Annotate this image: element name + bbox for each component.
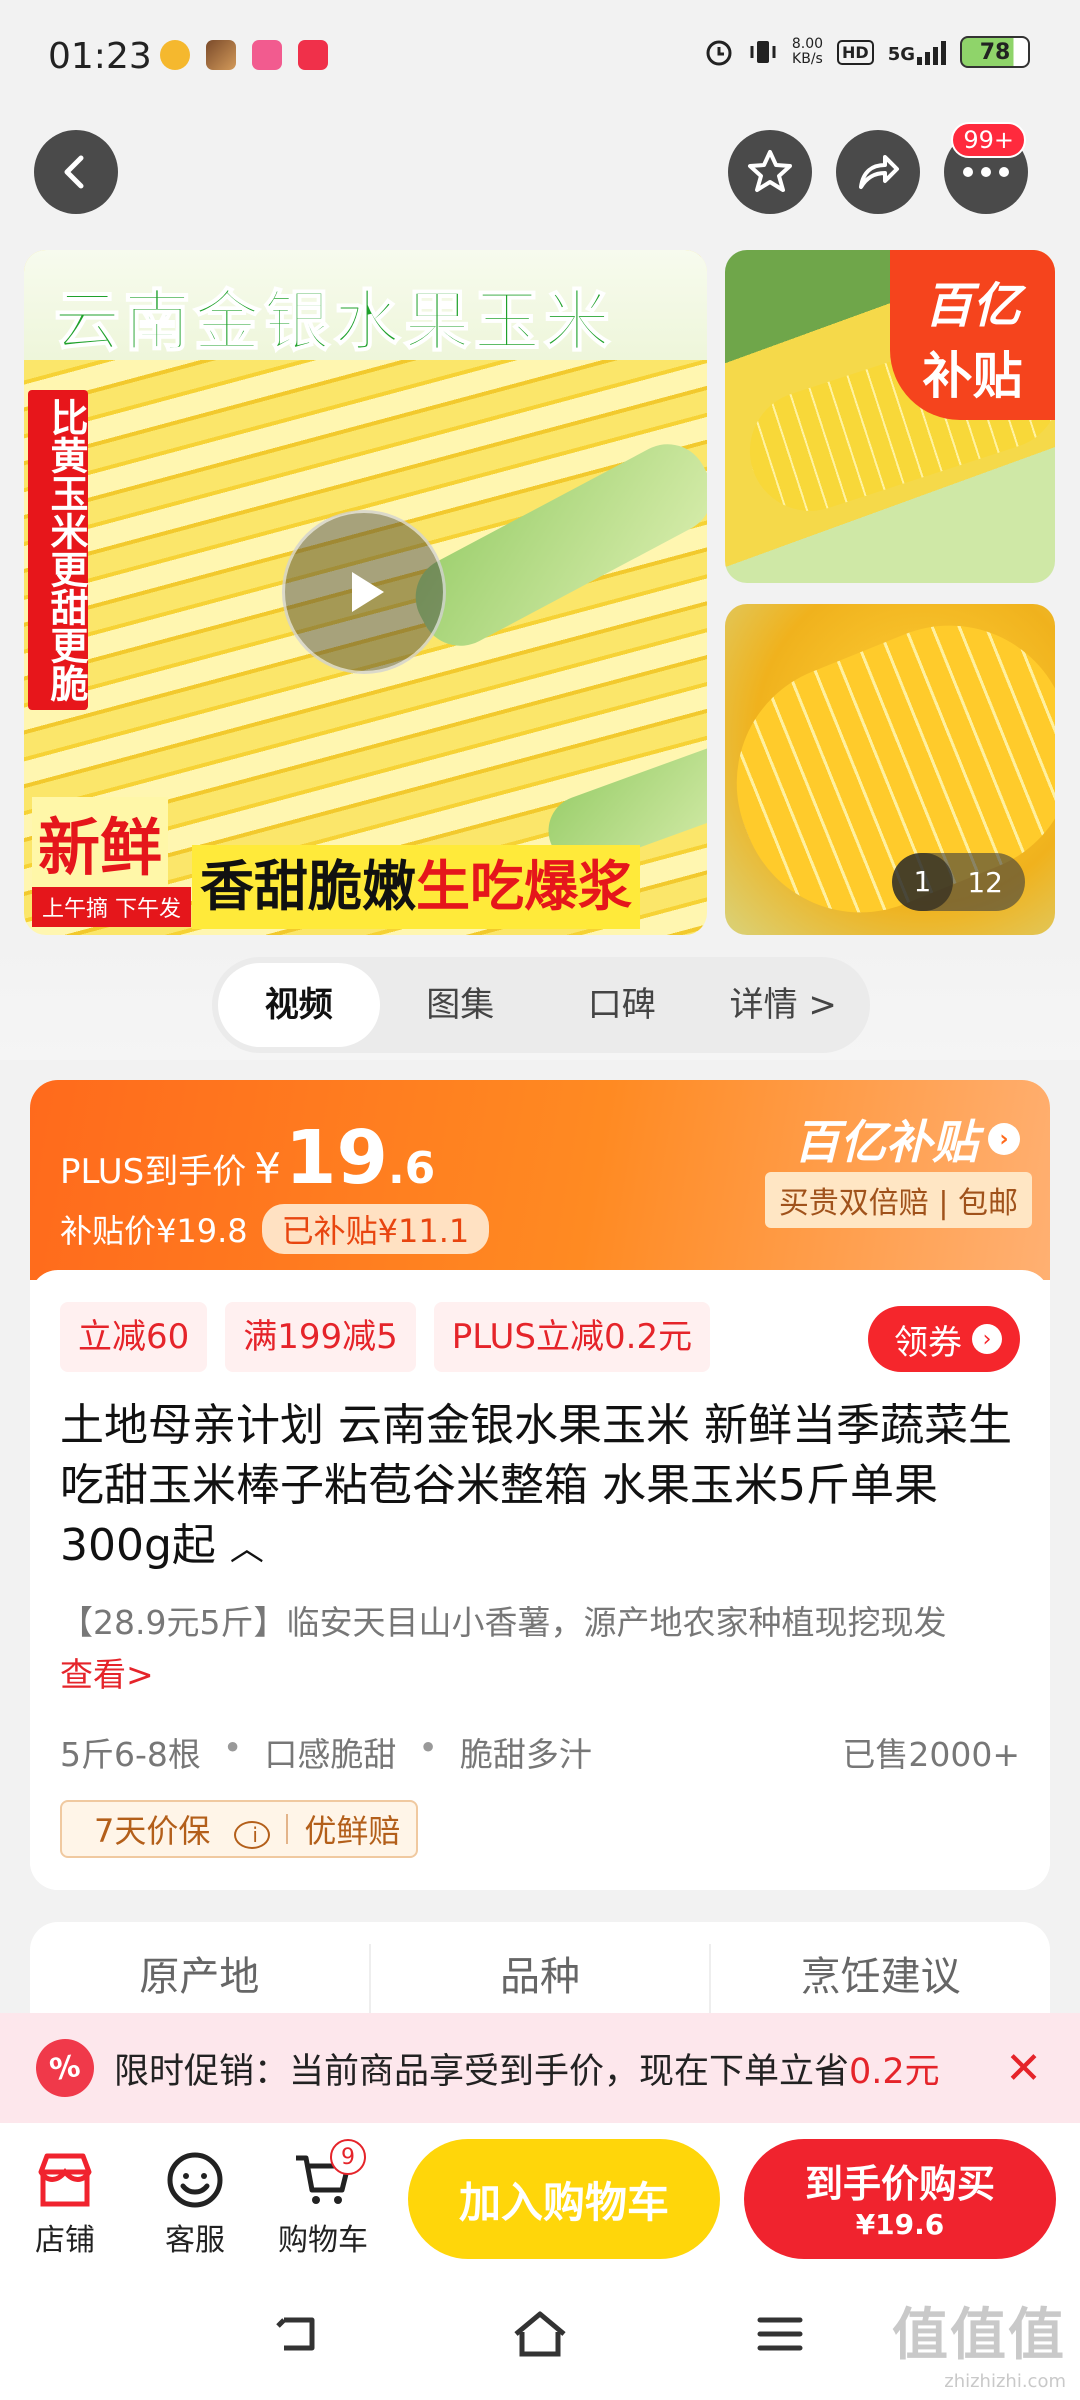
see-more-link[interactable]: 查看> (60, 1648, 154, 1696)
coupon-tag[interactable]: PLUS立减0.2元 (433, 1302, 711, 1372)
more-badge: 99+ (951, 122, 1026, 158)
get-coupon-button[interactable]: 领券 › (868, 1306, 1020, 1372)
shop-icon (38, 2153, 92, 2207)
status-icons: 8.00 KB/s HD 5G 78 (704, 36, 1030, 68)
spec-cooking: 烹饪建议 (800, 1954, 961, 2000)
tab-gallery[interactable]: 图集 (380, 963, 542, 1047)
menu-nav-icon[interactable] (752, 2306, 808, 2362)
tab-video[interactable]: 视频 (218, 963, 380, 1047)
product-info: 立减60 满199减5 PLUS立减0.2元 领券 › 土地母亲计划 云南金银水… (30, 1270, 1050, 1890)
promo-banner-text: 限时促销：当前商品享受到手价，现在下单立省0.2元 (114, 2051, 940, 2092)
star-icon (748, 150, 792, 192)
signal-icon: 5G (888, 39, 946, 65)
alarm-icon (706, 40, 732, 66)
share-icon (859, 155, 899, 189)
video-app-icon (298, 40, 328, 70)
coupon-tag[interactable]: 立减60 (60, 1302, 208, 1372)
share-button[interactable] (836, 130, 920, 214)
product-title[interactable]: 土地母亲计划 云南金银水果玉米 新鲜当季蔬菜生吃甜玉米棒子粘苞谷米整箱 水果玉米… (60, 1396, 1030, 1579)
cart-count-badge: 9 (330, 2139, 366, 2175)
promo-text: 【28.9元5斤】临安天目山小香薯，源产地农家种植现挖现发 (60, 1603, 947, 1642)
image-slogan: 香甜脆嫩生吃爆浆 (192, 845, 640, 929)
subsidy-tag: 百亿 补贴 (890, 250, 1055, 420)
chevron-right-icon: › (988, 1123, 1020, 1155)
sold-count: 已售2000+ (842, 1735, 1020, 1774)
home-nav-icon[interactable] (510, 2306, 570, 2362)
close-icon[interactable]: ✕ (1005, 2043, 1042, 2094)
net-speed: 8.00 KB/s (791, 36, 824, 67)
image-counter: 1 12 (891, 853, 1025, 911)
gallery-thumbnail[interactable]: 百亿 补贴 (725, 250, 1055, 583)
subsidized-chip: 已补贴¥11.1 (261, 1204, 490, 1254)
image-fresh-sub: 上午摘 下午发 (32, 887, 191, 927)
game-app-icon (206, 40, 236, 70)
discount-icon: % (31, 2034, 99, 2102)
image-fresh-text: 新鲜 (32, 797, 169, 887)
add-to-cart-button[interactable]: 加入购物车 (408, 2139, 720, 2259)
image-title: 云南金银水果玉米 (53, 282, 614, 361)
chevron-right-icon: › (972, 1324, 1002, 1354)
plus-price: PLUS到手价 ¥ 19 .6 (60, 1115, 436, 1201)
shopping-app-icon (252, 40, 282, 70)
back-button[interactable] (34, 130, 118, 214)
compensation-badge: 买贵双倍赔 | 包邮 (764, 1172, 1032, 1228)
more-button[interactable]: 99+ (944, 122, 1028, 214)
shop-button[interactable]: 店铺 (10, 2145, 120, 2259)
system-navigation-bar: 值值值 zhizhizhi.com (0, 2278, 1080, 2400)
main-product-image[interactable]: 云南金银水果玉米 比黄玉米更甜更脆 新鲜 上午摘 下午发 香甜脆嫩生吃爆浆 (24, 250, 707, 935)
subsidy-logo-link[interactable]: 百亿补贴 › (794, 1106, 1020, 1172)
app-notification-icon (160, 40, 190, 70)
status-bar: 01:23 8.00 KB/s HD 5G 78 (0, 0, 1080, 118)
service-button[interactable]: 客服 (140, 2145, 250, 2259)
product-gallery[interactable]: 云南金银水果玉米 比黄玉米更甜更脆 新鲜 上午摘 下午发 香甜脆嫩生吃爆浆 百亿… (0, 250, 1080, 935)
collapse-caret-icon[interactable]: ︿ (230, 1529, 264, 1569)
image-vertical-text: 比黄玉米更甜更脆 (28, 390, 88, 710)
coupon-list: 立减60 满199减5 PLUS立减0.2元 (60, 1302, 711, 1372)
product-attributes: 5斤6-8根 • 口感脆甜 • 脆甜多汁 (60, 1728, 592, 1774)
chevron-left-icon (64, 155, 84, 189)
hd-icon: HD (837, 39, 874, 65)
spec-variety: 品种 (371, 1944, 712, 2014)
promo-banner[interactable]: % 限时促销：当前商品享受到手价，现在下单立省0.2元 ✕ (0, 2013, 1080, 2123)
more-dots-icon (963, 167, 1009, 177)
tab-details[interactable]: 详情 > (703, 963, 865, 1047)
spec-origin: 原产地 (30, 1944, 371, 2014)
buy-now-button[interactable]: 到手价购买 ¥19.6 (744, 2139, 1056, 2259)
play-video-button[interactable] (282, 510, 446, 674)
tab-reviews[interactable]: 口碑 (541, 963, 703, 1047)
status-time: 01:23 (48, 36, 152, 77)
coupon-tag[interactable]: 满199减5 (225, 1302, 416, 1372)
favorite-button[interactable] (728, 130, 812, 214)
watermark: 值值值 zhizhizhi.com (892, 2303, 1066, 2392)
cart-button[interactable]: 9 购物车 (268, 2139, 378, 2259)
price-card: PLUS到手价 ¥ 19 .6 补贴价¥19.8 已补贴¥11.1 百亿补贴 ›… (30, 1080, 1050, 1890)
back-nav-icon[interactable] (270, 2306, 326, 2362)
gallery-thumbnail[interactable]: 1 12 (725, 604, 1055, 935)
guarantee-badge[interactable]: 7天价保 i 优鲜赔 (60, 1800, 419, 1858)
bottom-action-bar: 店铺 客服 9 购物车 加入购物车 到手价购买 ¥19.6 (0, 2123, 1080, 2278)
vibrate-icon (750, 41, 776, 63)
price-header: PLUS到手价 ¥ 19 .6 补贴价¥19.8 已补贴¥11.1 百亿补贴 ›… (30, 1080, 1050, 1280)
battery-icon: 78 (960, 36, 1030, 68)
info-icon: i (234, 1821, 271, 1849)
customer-service-icon (167, 2152, 223, 2208)
subsidy-price: 补贴价¥19.8 (60, 1212, 248, 1250)
play-icon (352, 572, 384, 612)
content-tabs: 视频 图集 口碑 详情 > (212, 957, 870, 1053)
